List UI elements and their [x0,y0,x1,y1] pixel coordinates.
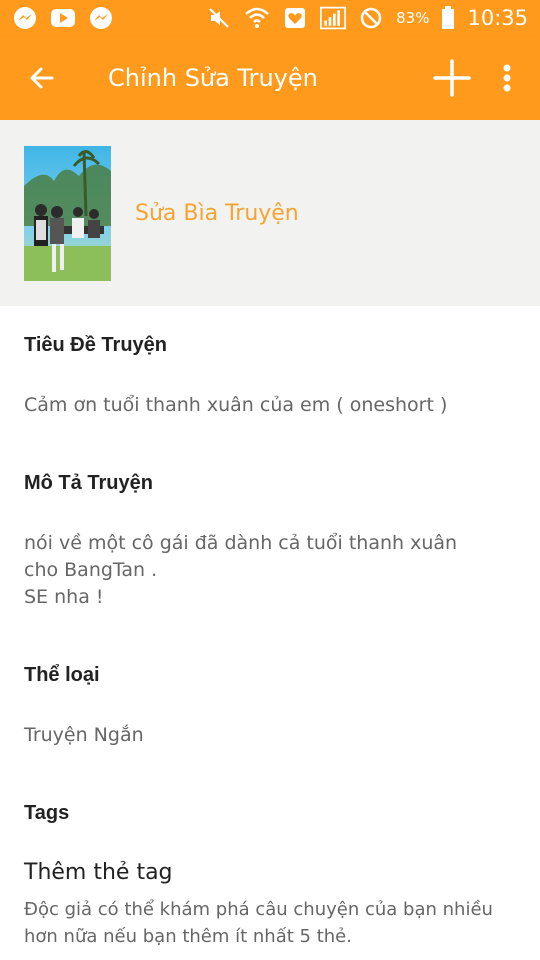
tags-heading: Tags [24,802,70,824]
no-disturb-icon [358,5,384,31]
description-input[interactable]: nói về một cô gái đã dành cả tuổi thanh … [24,530,514,611]
back-button[interactable] [0,36,84,120]
messenger-icon [88,5,114,31]
clock: 10:35 [467,6,528,30]
heart-icon [282,5,308,31]
plus-icon [433,59,471,97]
arrow-back-icon [30,67,54,89]
signal-icon [320,5,347,31]
add-tag-description: Độc giả có thể khám phá câu chuyện của b… [24,899,493,947]
wifi-icon [244,5,270,31]
youtube-icon [50,5,76,31]
status-left [12,5,114,31]
mute-icon [206,5,232,31]
cover-section[interactable]: Sửa Bìa Truyện [0,120,540,306]
cover-image[interactable] [24,145,111,281]
title-input[interactable]: Cảm ơn tuổi thanh xuân của em ( oneshort… [24,392,514,419]
description-line: SE nha ! [24,586,104,608]
genre-heading: Thể loại [24,664,100,686]
more-options-button[interactable] [482,36,532,120]
add-button[interactable] [422,36,482,120]
status-right: 83% 10:35 [206,5,528,31]
genre-select[interactable]: Truyện Ngắn [24,722,514,749]
edit-cover-button[interactable]: Sửa Bìa Truyện [135,201,299,226]
messenger-icon [12,5,38,31]
page-title: Chỉnh Sửa Truyện [108,64,318,92]
battery-percent: 83% [396,9,430,27]
description-heading: Mô Tả Truyện [24,472,153,494]
app-bar: Chỉnh Sửa Truyện [0,36,540,120]
add-tag-button[interactable]: Thêm thẻ tag [24,860,173,885]
title-heading: Tiêu Đề Truyện [24,334,168,356]
description-line: cho BangTan . [24,559,158,581]
description-line: nói về một cô gái đã dành cả tuổi thanh … [24,532,458,554]
status-bar: 83% 10:35 [0,0,540,36]
battery-icon [441,5,455,31]
more-vertical-icon [503,64,511,92]
